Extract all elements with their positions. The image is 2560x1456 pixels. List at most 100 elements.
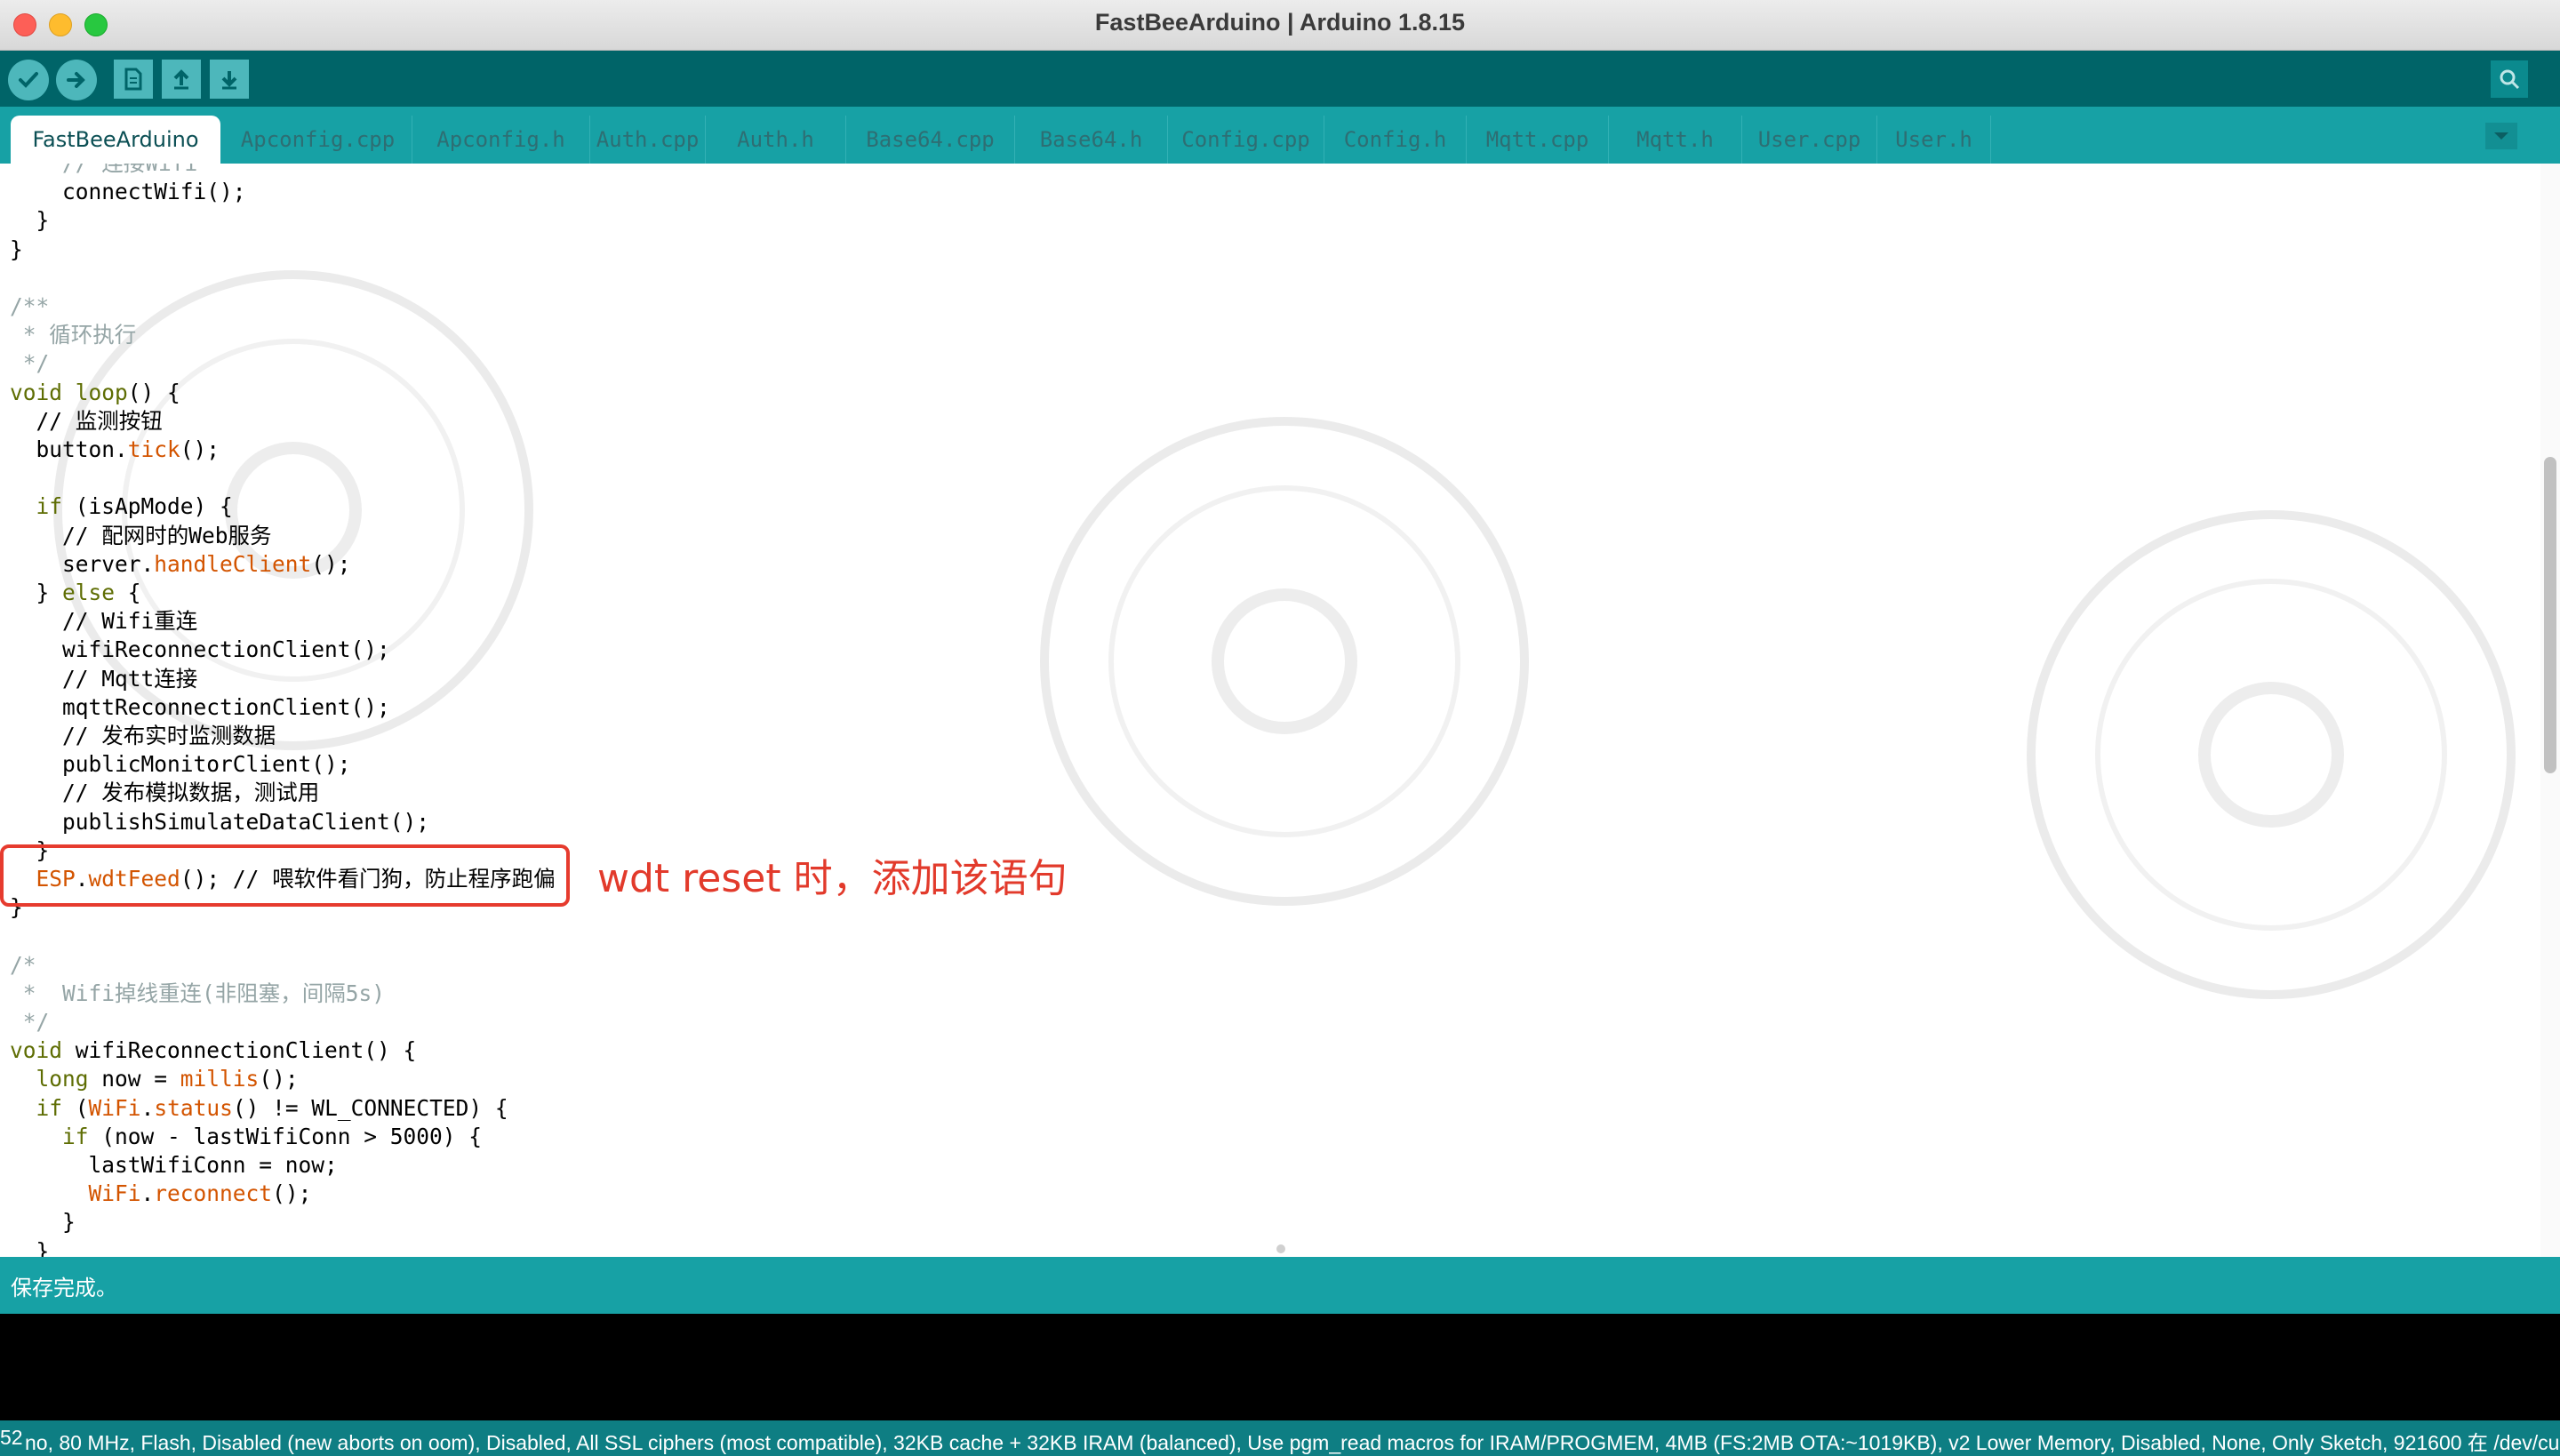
code-line[interactable]: long now = millis(); (10, 1065, 299, 1093)
line-number: 52 (0, 1426, 23, 1449)
code-token: // 发布模拟数据，测试用 (10, 780, 320, 806)
open-sketch-button[interactable] (162, 60, 201, 99)
code-token: // 连接Wifi (10, 164, 197, 176)
code-line[interactable]: } (10, 1237, 50, 1257)
code-token: millis (180, 1066, 260, 1092)
tab-user-h[interactable]: User.h (1877, 116, 1991, 164)
code-token: publicMonitorClient(); (10, 751, 351, 778)
code-line[interactable]: publishSimulateDataClient(); (10, 808, 429, 836)
tab-mqtt-h[interactable]: Mqtt.h (1609, 116, 1742, 164)
code-line[interactable]: WiFi.reconnect(); (10, 1180, 312, 1208)
code-line[interactable]: wifiReconnectionClient(); (10, 636, 390, 664)
code-token: ( (62, 1094, 89, 1121)
code-line[interactable]: publicMonitorClient(); (10, 750, 351, 779)
code-line[interactable]: } (10, 206, 50, 235)
code-line[interactable]: // 连接Wifi (10, 164, 197, 178)
check-icon (19, 72, 38, 88)
annotation-text: wdt reset 时，添加该语句 (597, 856, 1068, 901)
code-token: if (36, 493, 63, 520)
code-line[interactable]: } else { (10, 579, 141, 607)
code-line[interactable]: void loop() { (10, 379, 180, 407)
tab-user-cpp[interactable]: User.cpp (1742, 116, 1877, 164)
splitter-handle[interactable] (1276, 1244, 1285, 1253)
code-token: . (140, 1094, 155, 1121)
code-line[interactable]: // 发布实时监测数据 (10, 722, 276, 750)
code-line[interactable]: mqttReconnectionClient(); (10, 693, 390, 722)
code-token: } (10, 1209, 76, 1236)
code-line[interactable]: } (10, 1208, 76, 1236)
code-line[interactable]: server.handleClient(); (10, 550, 351, 579)
tab-menu-button[interactable] (2485, 123, 2517, 149)
code-line[interactable]: // 监测按钮 (10, 407, 163, 436)
code-token: lastWifiConn = now; (10, 1152, 338, 1178)
console-output[interactable] (0, 1314, 2560, 1420)
code-line[interactable]: /** (10, 292, 49, 321)
code-line[interactable]: * 循环执行 (10, 321, 137, 349)
code-line[interactable]: void wifiReconnectionClient() { (10, 1036, 416, 1065)
code-token: button. (10, 436, 128, 462)
board-info-text: no, 80 MHz, Flash, Disabled (new aborts … (25, 1431, 2560, 1454)
save-sketch-button[interactable] (210, 60, 249, 99)
vertical-scrollbar[interactable] (2540, 164, 2560, 1257)
code-line[interactable]: if (WiFi.status() != WL_CONNECTED) { (10, 1094, 508, 1123)
code-token: if (36, 1094, 63, 1121)
highlight-box (0, 844, 570, 907)
verify-button[interactable] (8, 60, 49, 100)
tab-auth-cpp[interactable]: Auth.cpp (590, 116, 706, 164)
code-line[interactable]: */ (10, 1008, 50, 1036)
new-sketch-button[interactable] (114, 60, 153, 99)
code-token: now = (88, 1066, 180, 1092)
magnifier-icon (2500, 69, 2520, 90)
window-title: FastBeeArduino | Arduino 1.8.15 (1094, 9, 1466, 36)
serial-monitor-button[interactable] (2491, 60, 2528, 98)
code-token: } (10, 236, 23, 262)
code-editor[interactable]: // 连接Wifi connectWifi(); }} /** * 循环执行 */… (0, 164, 2560, 1257)
upload-button[interactable] (56, 60, 97, 100)
code-token: WiFi (88, 1180, 141, 1207)
code-line[interactable]: // 配网时的Web服务 (10, 522, 272, 550)
code-line[interactable]: // 发布模拟数据，测试用 (10, 779, 319, 807)
tab-apconfig-cpp[interactable]: Apconfig.cpp (224, 116, 412, 164)
tab-config-h[interactable]: Config.h (1324, 116, 1467, 164)
chevron-down-icon (2494, 132, 2508, 140)
code-token: else (62, 580, 116, 605)
code-token: void (10, 1037, 63, 1064)
tab-auth-h[interactable]: Auth.h (706, 116, 846, 164)
code-token: void (10, 379, 63, 405)
status-message: 保存完成。 (11, 1276, 117, 1300)
title-bar: FastBeeArduino | Arduino 1.8.15 (0, 0, 2560, 51)
code-line[interactable]: // Mqtt连接 (10, 665, 197, 693)
code-token: loop (75, 379, 128, 405)
code-line[interactable]: if (now - lastWifiConn > 5000) { (10, 1123, 482, 1151)
code-token: */ (10, 350, 50, 377)
code-line[interactable]: lastWifiConn = now; (10, 1151, 338, 1180)
code-token: handleClient (154, 550, 312, 577)
code-token: () != WL_CONNECTED) { (232, 1094, 508, 1121)
code-token: status (154, 1094, 233, 1121)
code-line[interactable]: button.tick(); (10, 436, 220, 464)
arrow-down-icon (221, 71, 237, 90)
arrow-up-icon (173, 69, 189, 90)
tab-fastbeearduino[interactable]: FastBeeArduino (11, 116, 220, 164)
tab-mqtt-cpp[interactable]: Mqtt.cpp (1467, 116, 1609, 164)
tab-base64-cpp[interactable]: Base64.cpp (846, 116, 1015, 164)
code-line[interactable]: // Wifi重连 (10, 607, 197, 636)
code-line[interactable]: if (isApMode) { (10, 492, 233, 521)
vertical-scrollbar-thumb[interactable] (2544, 457, 2556, 773)
tab-apconfig-h[interactable]: Apconfig.h (412, 116, 590, 164)
tab-base64-h[interactable]: Base64.h (1015, 116, 1168, 164)
code-line[interactable]: } (10, 236, 23, 264)
code-token: */ (10, 1009, 50, 1035)
tab-config-cpp[interactable]: Config.cpp (1168, 116, 1324, 164)
code-line[interactable]: /* (10, 951, 36, 980)
code-line[interactable]: */ (10, 349, 50, 378)
code-token: // Mqtt连接 (10, 665, 198, 692)
code-token: () { (127, 379, 180, 405)
code-line[interactable]: connectWifi(); (10, 178, 246, 206)
code-line[interactable]: * Wifi掉线重连(非阻塞，间隔5s) (10, 980, 385, 1008)
code-token: wifiReconnectionClient(); (10, 636, 390, 663)
